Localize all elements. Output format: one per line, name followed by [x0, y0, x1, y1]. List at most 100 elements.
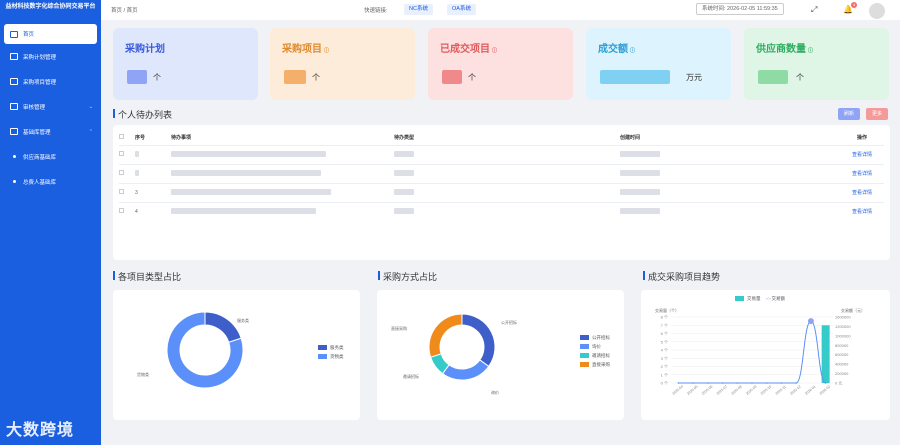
y-right-tick-label: 0 元 — [835, 381, 842, 386]
sidebar-item-base[interactable]: 基础库管理 ⌃ — [0, 119, 101, 144]
stat-card-title: 成交额 — [598, 44, 628, 55]
info-icon: ⓘ — [808, 48, 814, 54]
line-point[interactable] — [751, 382, 753, 384]
stat-unit: 个 — [153, 73, 161, 82]
stat-card-closed[interactable]: 已成交项目 ⓘ 个 — [428, 28, 573, 100]
method-ratio-panel: 公开招标 询价 邀请招标 直接采购 公开招标 询价 邀请招标 直接采购 — [377, 290, 624, 420]
chevron-up-icon: ⌃ — [88, 128, 93, 135]
view-detail-link[interactable]: 查看详情 — [852, 209, 872, 215]
pie-slice[interactable] — [441, 359, 490, 381]
y-right-tick-label: 400000 — [835, 362, 849, 367]
stat-value-blurred — [600, 70, 670, 84]
fullscreen-icon[interactable]: ⤢ — [811, 5, 817, 15]
refresh-button[interactable]: 刷新 — [838, 108, 860, 120]
col-header: 序号 — [135, 135, 146, 142]
x-tick-label: 2025-09 — [745, 385, 757, 396]
x-tick-label: 2025-07 — [716, 385, 728, 396]
sidebar-item-label: 基础库管理 — [23, 129, 51, 136]
view-detail-link[interactable]: 查看详情 — [852, 152, 872, 158]
legend-item[interactable]: 货物类 — [330, 354, 344, 359]
y-tick-label: 2 个 — [661, 364, 668, 369]
stat-card-project[interactable]: 采购项目 ⓘ 个 — [270, 28, 415, 100]
breadcrumb[interactable]: 首页 / 首页 — [111, 6, 138, 14]
sidebar-item-expert-base[interactable]: 总费人基础库 — [0, 169, 101, 194]
line-point[interactable] — [736, 382, 739, 384]
stat-card-title: 已成交项目 — [440, 44, 490, 55]
row-checkbox[interactable] — [119, 189, 124, 194]
legend: 公开招标 询价 邀请招标 直接采购 — [580, 335, 610, 368]
more-button[interactable]: 更多 — [866, 108, 888, 120]
type-ratio-title: 各项目类型占比 — [112, 271, 182, 282]
line-point[interactable] — [824, 382, 827, 384]
pie-slice[interactable] — [428, 313, 463, 358]
legend-item[interactable]: 直接采购 — [592, 362, 610, 367]
y-tick-label: 1 个 — [661, 372, 668, 377]
x-tick-label: 2026-01 — [804, 385, 816, 396]
oa-system-link[interactable]: OA系统 — [447, 4, 476, 15]
x-tick-label: 2025-04 — [672, 385, 684, 396]
watermark-logo: 大数跨境 — [6, 422, 75, 439]
view-detail-link[interactable]: 查看详情 — [852, 171, 872, 177]
legend-item[interactable]: 询价 — [592, 344, 601, 349]
slice-label: 货物类 — [137, 372, 149, 377]
blurred-cell — [620, 188, 660, 195]
sidebar-item-label: 采购项目管理 — [23, 79, 57, 86]
sidebar-item-home[interactable]: 首页 — [4, 24, 97, 44]
sidebar-item-audit[interactable]: 审核管理 ⌄ — [0, 94, 101, 119]
nc-system-link[interactable]: NC系统 — [404, 4, 433, 15]
legend-item[interactable]: 交易量 — [747, 296, 761, 301]
blurred-cell — [620, 150, 660, 157]
y-tick-label: 0 个 — [661, 381, 668, 386]
legend-item[interactable]: 交易额 — [771, 296, 785, 301]
todo-table: 序号 待办事项 待办类型 创建时间 操作 查看详情 查看详情 3 查看详情 4 … — [119, 131, 884, 221]
avatar[interactable] — [869, 3, 885, 19]
sidebar-item-project[interactable]: 采购项目管理 — [0, 69, 101, 94]
slice-label: 邀请招标 — [403, 374, 419, 379]
bar[interactable] — [821, 325, 830, 383]
y-right-tick-label: 1000000 — [835, 333, 851, 338]
legend-item[interactable]: 邀请招标 — [592, 353, 610, 358]
stat-card-supplier[interactable]: 供应商数量 ⓘ 个 — [744, 28, 889, 100]
stat-card-amount[interactable]: 成交额 ⓘ 万元 — [586, 28, 731, 100]
line-point[interactable] — [707, 382, 709, 384]
select-all-checkbox[interactable] — [119, 134, 124, 140]
blurred-cell — [620, 207, 660, 214]
line-point[interactable] — [807, 318, 814, 325]
stat-unit: 个 — [468, 73, 476, 82]
series-line[interactable] — [678, 320, 827, 384]
row-checkbox[interactable] — [119, 151, 124, 156]
stat-card-title: 采购计划 — [125, 44, 165, 55]
sidebar-item-plan[interactable]: 采购计划管理 — [0, 44, 101, 69]
line-point[interactable] — [721, 382, 724, 384]
x-tick-label: 2025-08 — [730, 385, 742, 396]
row-checkbox[interactable] — [119, 170, 124, 175]
y-axis-label: 交易量（个） — [655, 308, 679, 313]
view-detail-link[interactable]: 查看详情 — [852, 190, 872, 196]
sidebar-item-supplier-base[interactable]: 供应商基础库 — [0, 144, 101, 169]
pie-slice[interactable] — [461, 313, 496, 368]
legend-item[interactable]: 服务类 — [330, 345, 344, 350]
system-time: 系统时间: 2026-02-05 11:59:35 — [696, 3, 784, 15]
stat-card-plan[interactable]: 采购计划 个 — [113, 28, 258, 100]
row-checkbox[interactable] — [119, 208, 124, 214]
line-point[interactable] — [780, 382, 783, 384]
line-point[interactable] — [677, 382, 680, 384]
pie-slice[interactable] — [204, 311, 242, 343]
table-row: 查看详情 — [119, 163, 884, 183]
slice-label: 询价 — [491, 390, 499, 395]
blurred-cell — [394, 188, 414, 195]
y-tick-label: 3 个 — [661, 356, 668, 361]
line-point[interactable] — [692, 382, 694, 384]
x-tick-label: 2025-06 — [701, 385, 713, 396]
home-icon — [10, 30, 18, 38]
todo-table-panel: 序号 待办事项 待办类型 创建时间 操作 查看详情 查看详情 3 查看详情 4 … — [113, 125, 890, 260]
stat-value-blurred — [758, 70, 788, 84]
line-point[interactable] — [795, 382, 797, 384]
line-point[interactable] — [765, 382, 768, 384]
col-header: 待办事项 — [171, 135, 192, 142]
row-number: 3 — [135, 182, 171, 202]
sidebar-item-label: 审核管理 — [23, 104, 46, 111]
x-tick-label: 2025-05 — [686, 385, 698, 396]
legend-item[interactable]: 公开招标 — [592, 335, 610, 340]
trend-panel: 交易量 -○-交易额 交易量（个） 交易额（元） 8 个 7 个 6 个 5 个 4 个… — [641, 290, 890, 420]
